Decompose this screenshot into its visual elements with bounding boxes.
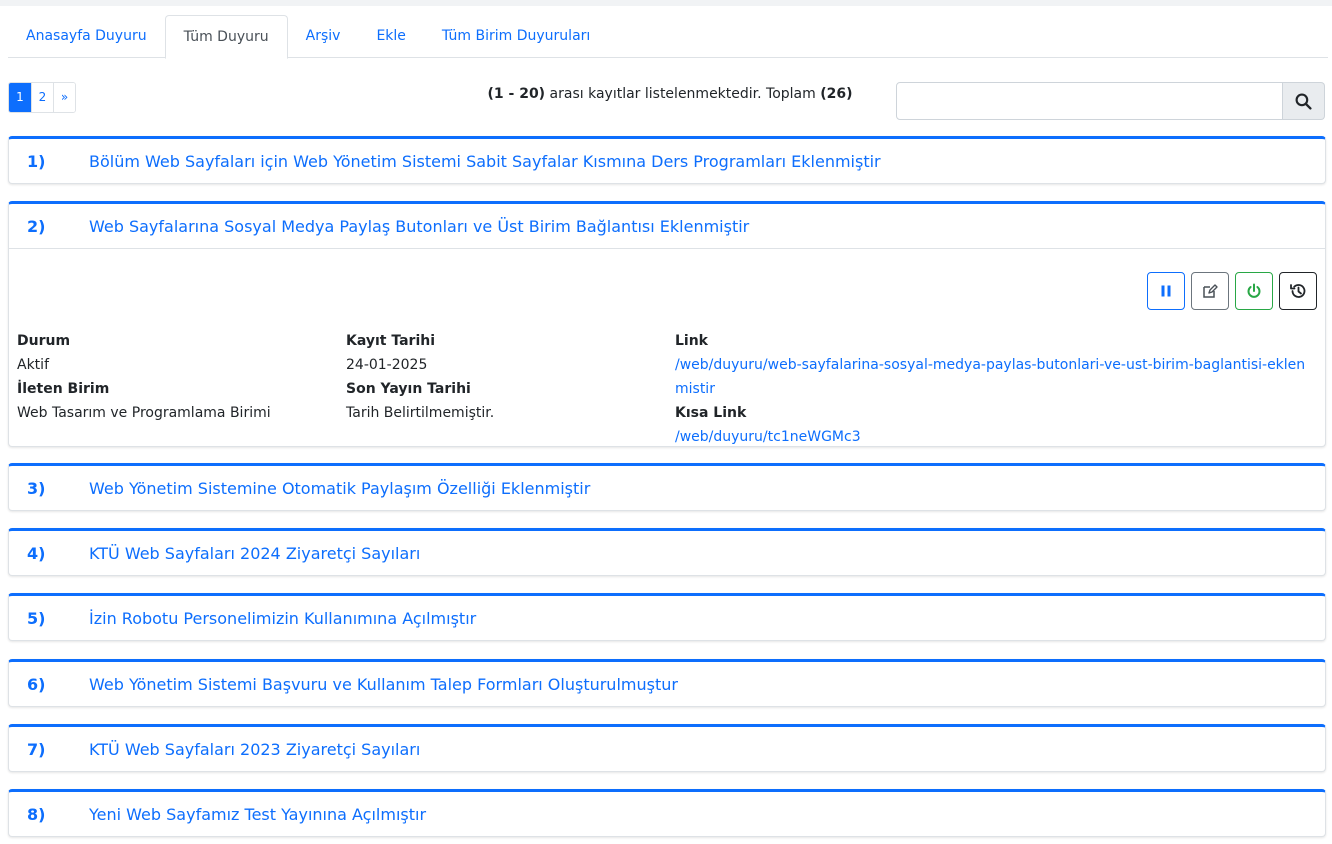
announcement-header[interactable]: 6) Web Yönetim Sistemi Başvuru ve Kullan…: [9, 662, 1325, 706]
kayit-tarihi-label: Kayıt Tarihi: [346, 333, 436, 349]
announcement-title[interactable]: KTÜ Web Sayfaları 2023 Ziyaretçi Sayılar…: [89, 740, 420, 759]
tab-arsiv[interactable]: Arşiv: [288, 15, 359, 58]
announcement-number: 1): [27, 151, 46, 171]
pause-button[interactable]: [1147, 272, 1185, 310]
power-icon: [1247, 283, 1261, 298]
announcement-number: 8): [27, 804, 46, 824]
announcement-header[interactable]: 3) Web Yönetim Sistemine Otomatik Paylaş…: [9, 466, 1325, 510]
tab-tum-birim-duyurulari[interactable]: Tüm Birim Duyuruları: [424, 15, 608, 58]
announcement-card: 8) Yeni Web Sayfamız Test Yayınına Açılm…: [8, 789, 1326, 837]
announcement-header[interactable]: 5) İzin Robotu Personelimizin Kullanımın…: [9, 596, 1325, 640]
announcement-number: 3): [27, 478, 46, 498]
history-button[interactable]: [1279, 272, 1317, 310]
power-button[interactable]: [1235, 272, 1273, 310]
record-info: (1 - 20) arası kayıtlar listelenmektedir…: [420, 86, 920, 102]
announcement-card: 6) Web Yönetim Sistemi Başvuru ve Kullan…: [8, 659, 1326, 707]
announcement-title[interactable]: Web Yönetim Sistemine Otomatik Paylaşım …: [89, 479, 590, 498]
record-total: (26): [820, 86, 853, 102]
announcement-title[interactable]: Yeni Web Sayfamız Test Yayınına Açılmışt…: [89, 805, 426, 824]
search-icon: [1295, 93, 1312, 110]
announcement-title[interactable]: Bölüm Web Sayfaları için Web Yönetim Sis…: [89, 152, 881, 171]
history-icon: [1290, 284, 1306, 298]
announcement-card: 1) Bölüm Web Sayfaları için Web Yönetim …: [8, 136, 1326, 184]
announcement-header[interactable]: 2) Web Sayfalarına Sosyal Medya Paylaş B…: [9, 204, 1325, 248]
announcement-header[interactable]: 8) Yeni Web Sayfamız Test Yayınına Açılm…: [9, 792, 1325, 836]
ileten-birim-label: İleten Birim: [17, 381, 110, 397]
record-text: arası kayıtlar listelenmektedir. Toplam: [549, 86, 816, 102]
pause-icon: [1161, 285, 1171, 297]
announcement-title[interactable]: KTÜ Web Sayfaları 2024 Ziyaretçi Sayılar…: [89, 544, 420, 563]
record-range: (1 - 20): [487, 86, 546, 102]
announcement-card: 5) İzin Robotu Personelimizin Kullanımın…: [8, 593, 1326, 641]
next-page-link[interactable]: »: [53, 83, 75, 112]
page-1-link[interactable]: 1: [9, 83, 31, 112]
edit-button[interactable]: [1191, 272, 1229, 310]
kisa-link-value[interactable]: /web/duyuru/tc1neWGMc3: [675, 425, 1315, 449]
announcement-header[interactable]: 4) KTÜ Web Sayfaları 2024 Ziyaretçi Sayı…: [9, 531, 1325, 575]
search-group: [896, 82, 1325, 120]
link-value[interactable]: /web/duyuru/web-sayfalarina-sosyal-medya…: [675, 353, 1315, 401]
tab-ekle[interactable]: Ekle: [358, 15, 423, 58]
announcement-number: 5): [27, 608, 46, 628]
tab-anasayfa-duyuru[interactable]: Anasayfa Duyuru: [8, 15, 165, 58]
durum-value: Aktif: [17, 357, 49, 373]
announcement-number: 4): [27, 543, 46, 563]
search-input[interactable]: [896, 82, 1283, 120]
pagination: 1 2 »: [8, 82, 76, 113]
durum-label: Durum: [17, 333, 71, 349]
announcement-details: Durum Aktif İleten Birim Web Tasarım ve …: [9, 248, 1325, 446]
action-buttons: [1147, 272, 1317, 310]
kisa-link-label: Kısa Link: [675, 405, 747, 421]
announcement-number: 2): [27, 216, 46, 236]
announcement-title[interactable]: Web Sayfalarına Sosyal Medya Paylaş Buto…: [89, 217, 749, 236]
kayit-tarihi-value: 24-01-2025: [346, 357, 428, 373]
tab-bar: Anasayfa Duyuru Tüm Duyuru Arşiv Ekle Tü…: [8, 15, 1328, 59]
announcement-number: 7): [27, 739, 46, 759]
announcement-title[interactable]: İzin Robotu Personelimizin Kullanımına A…: [89, 609, 476, 628]
announcement-title[interactable]: Web Yönetim Sistemi Başvuru ve Kullanım …: [89, 675, 678, 694]
link-label: Link: [675, 333, 708, 349]
ileten-birim-value: Web Tasarım ve Programlama Birimi: [17, 405, 271, 421]
son-yayin-tarihi-label: Son Yayın Tarihi: [346, 381, 471, 397]
announcement-card: 7) KTÜ Web Sayfaları 2023 Ziyaretçi Sayı…: [8, 724, 1326, 772]
announcement-header[interactable]: 1) Bölüm Web Sayfaları için Web Yönetim …: [9, 139, 1325, 183]
announcement-card: 3) Web Yönetim Sistemine Otomatik Paylaş…: [8, 463, 1326, 511]
edit-icon: [1203, 284, 1218, 298]
announcement-card: 4) KTÜ Web Sayfaları 2024 Ziyaretçi Sayı…: [8, 528, 1326, 576]
announcement-number: 6): [27, 674, 46, 694]
search-button[interactable]: [1283, 82, 1325, 120]
tab-tum-duyuru[interactable]: Tüm Duyuru: [164, 15, 288, 59]
page-2-link[interactable]: 2: [31, 83, 53, 112]
son-yayin-tarihi-value: Tarih Belirtilmemiştir.: [346, 405, 495, 421]
announcement-card-expanded: 2) Web Sayfalarına Sosyal Medya Paylaş B…: [8, 201, 1326, 447]
top-bar: [0, 0, 1332, 6]
announcement-header[interactable]: 7) KTÜ Web Sayfaları 2023 Ziyaretçi Sayı…: [9, 727, 1325, 771]
